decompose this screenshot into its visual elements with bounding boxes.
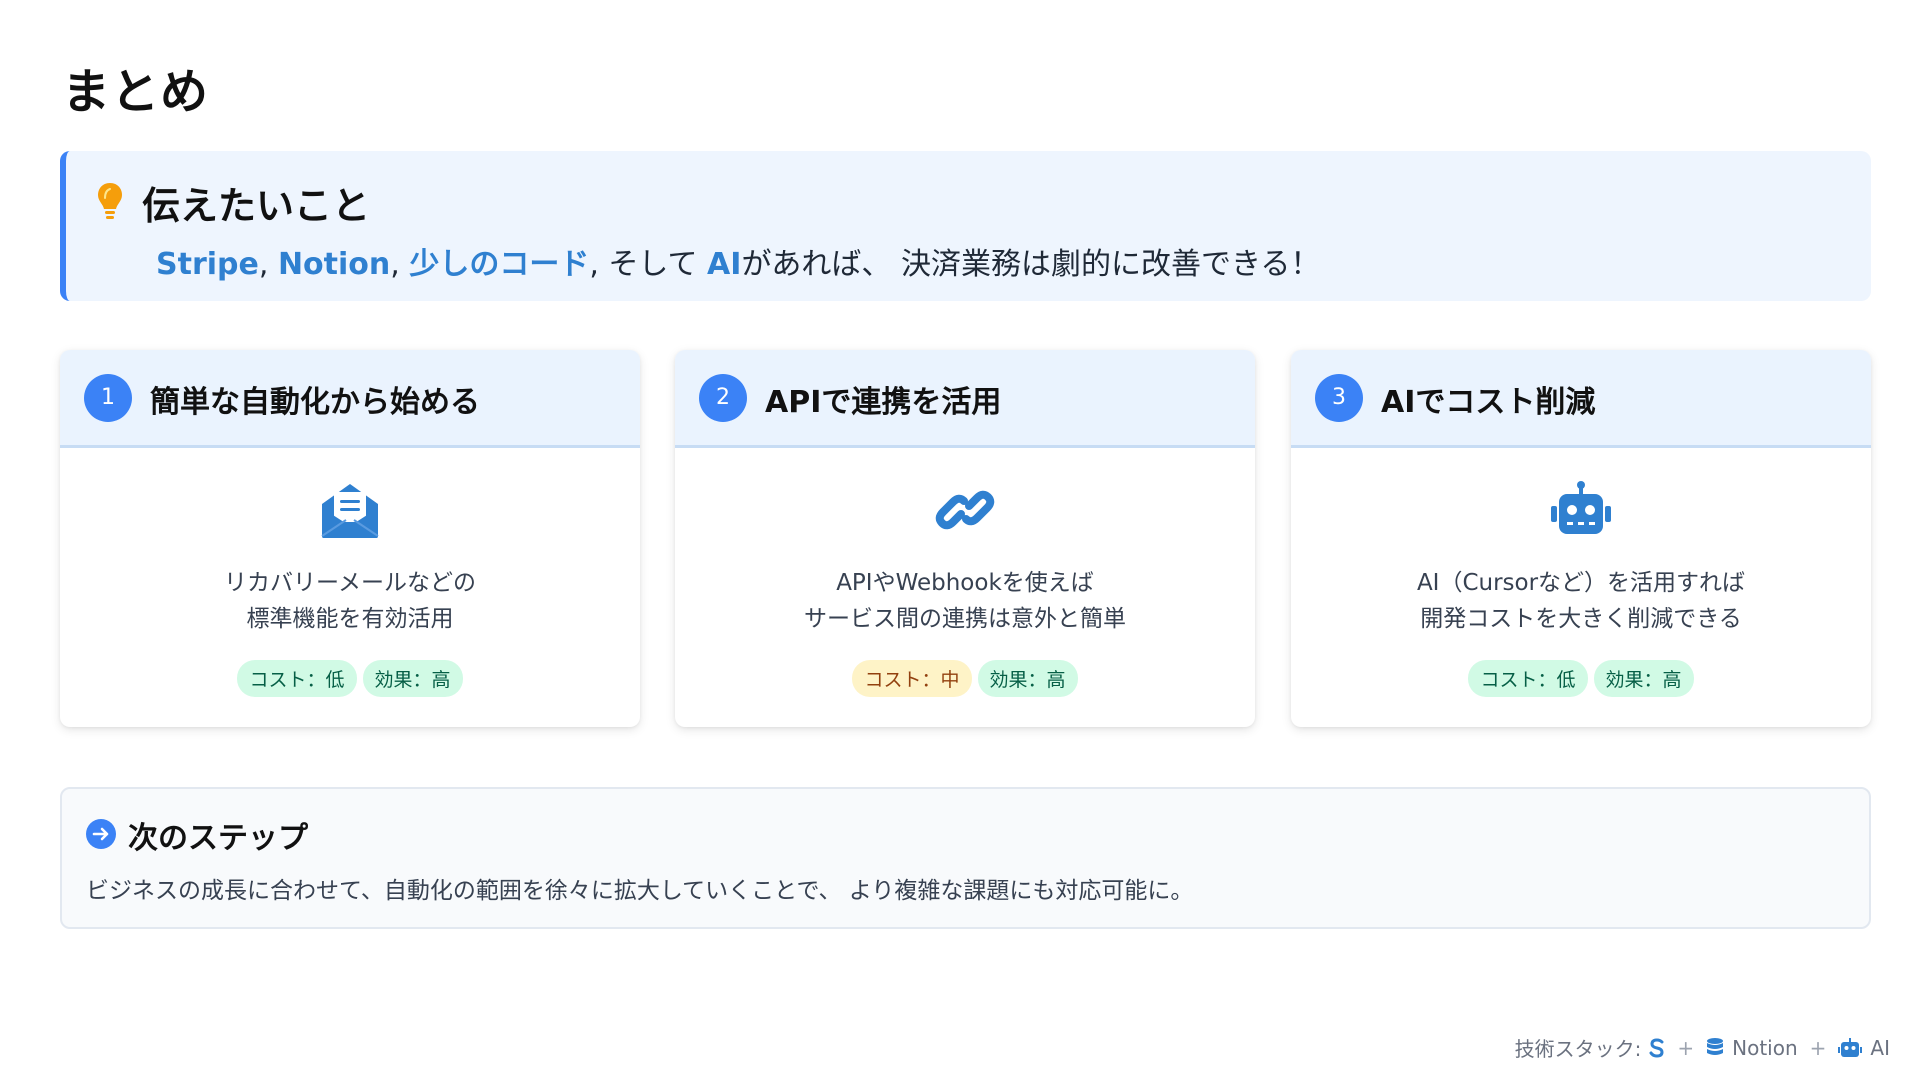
step-card-2: 2 APIで連携を活用 APIやWebhookを使えば サービス間の連携は意外と… (675, 350, 1255, 727)
badge-group: コスト：中 効果：高 (675, 660, 1255, 697)
step-card-1: 1 簡単な自動化から始める リカバリーメールなどの 標準機能を有効活用 コスト：… (60, 350, 640, 727)
description-line: APIやWebhookを使えば (836, 570, 1094, 596)
card-header: 2 APIで連携を活用 (675, 350, 1255, 448)
card-description: リカバリーメールなどの 標準機能を有効活用 (60, 565, 640, 637)
lightbulb-icon (98, 183, 122, 219)
robot-icon (1551, 481, 1611, 534)
description-line: 標準機能を有効活用 (246, 606, 454, 632)
card-header: 3 AIでコスト削減 (1291, 350, 1871, 448)
link-icon (935, 490, 995, 530)
description-line: リカバリーメールなどの (223, 570, 477, 596)
key-message-rest: があれば、 決済業務は劇的に改善できる！ (741, 247, 1321, 282)
card-title: APIで連携を活用 (765, 385, 1002, 420)
separator: , (390, 247, 410, 282)
separator: , そして (589, 247, 708, 282)
card-title: AIでコスト削減 (1381, 385, 1596, 420)
highlight-stripe: Stripe (156, 247, 259, 282)
step-card-3: 3 AIでコスト削減 AI（Cursorなど）を活用すれば 開発コストを大きく削… (1291, 350, 1871, 727)
effect-badge: 効果：高 (1593, 660, 1694, 697)
description-line: サービス間の連携は意外と簡単 (804, 606, 1126, 632)
cost-badge: コスト：低 (237, 660, 357, 697)
card-description: APIやWebhookを使えば サービス間の連携は意外と簡単 (675, 565, 1255, 637)
stripe-icon (1649, 1037, 1664, 1058)
key-message-text: Stripe, Notion, 少しのコード, そして AIがあれば、 決済業務… (156, 239, 1320, 283)
highlight-notion: Notion (277, 247, 391, 282)
description-line: 開発コストを大きく削減できる (1420, 606, 1742, 632)
highlight-ai: AI (707, 247, 742, 282)
next-steps-text: ビジネスの成長に合わせて、自動化の範囲を徐々に拡大していくことで、 より複雑な課… (86, 878, 1194, 904)
description-line: AI（Cursorなど）を活用すれば (1416, 570, 1746, 596)
plus-separator: + (1809, 1035, 1827, 1060)
database-icon (1707, 1037, 1724, 1055)
step-number-badge: 3 (1315, 374, 1363, 422)
page-title: まとめ (62, 64, 210, 120)
robot-icon (1838, 1037, 1863, 1057)
step-number-badge: 1 (84, 374, 132, 422)
tech-stack-label: 技術スタック: (1514, 1037, 1642, 1061)
envelope-open-icon (321, 484, 379, 538)
step-number-badge: 2 (699, 374, 747, 422)
separator: , (258, 247, 278, 282)
cost-badge: コスト：低 (1468, 660, 1588, 697)
tech-ai-label: AI (1870, 1035, 1890, 1060)
highlight-code: 少しのコード (409, 247, 590, 282)
plus-separator: + (1677, 1035, 1695, 1060)
cost-badge: コスト：中 (852, 660, 972, 697)
effect-badge: 効果：高 (362, 660, 463, 697)
next-steps-box: 次のステップ ビジネスの成長に合わせて、自動化の範囲を徐々に拡大していくことで、… (60, 787, 1871, 929)
tech-notion-label: Notion (1732, 1035, 1798, 1060)
key-message-title: 伝えたいこと (142, 184, 371, 228)
card-description: AI（Cursorなど）を活用すれば 開発コストを大きく削減できる (1291, 565, 1871, 637)
next-steps-title: 次のステップ (128, 821, 308, 856)
arrow-circle-right-icon (86, 819, 116, 849)
effect-badge: 効果：高 (977, 660, 1078, 697)
card-title: 簡単な自動化から始める (150, 385, 480, 420)
card-header: 1 簡単な自動化から始める (60, 350, 640, 448)
tech-stack-footer: 技術スタック: + Notion + AI (1515, 1033, 1890, 1062)
badge-group: コスト：低 効果：高 (60, 660, 640, 697)
key-message-box: 伝えたいこと Stripe, Notion, 少しのコード, そして AIがあれ… (60, 151, 1871, 301)
badge-group: コスト：低 効果：高 (1291, 660, 1871, 697)
